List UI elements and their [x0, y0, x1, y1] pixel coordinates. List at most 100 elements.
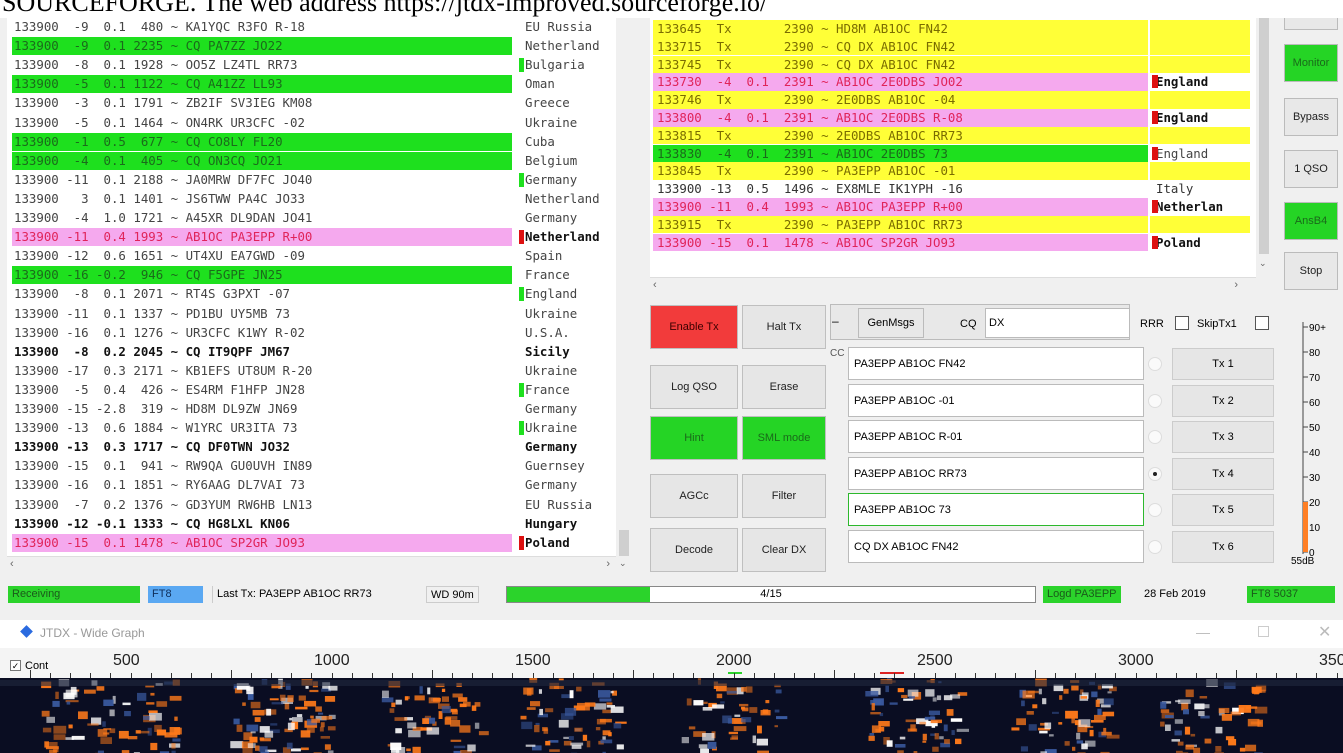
rx-frequency-row[interactable]: 133900 -15 0.1 1478 ~ AB1OC SP2GR JO93 Po… — [650, 233, 1270, 252]
hint-button[interactable]: Hint — [650, 416, 738, 460]
rx-frequency-row[interactable]: 133900 -13 0.5 1496 ~ EX8MLE IK1YPH -16 I… — [650, 180, 1270, 198]
rx-frequency-row[interactable]: 133745 Tx 2390 ~ CQ DX AB1OC FN42 — [650, 55, 1270, 74]
log-qso-button[interactable]: Log QSO — [650, 365, 738, 409]
tx2-button[interactable]: Tx 2 — [1172, 384, 1274, 417]
rx-frequency-row[interactable]: 133746 Tx 2390 ~ 2E0DBS AB1OC -04 — [650, 91, 1270, 109]
rx-frequency-list[interactable]: 133645 Tx 2390 ~ HD8M AB1OC FN42 133715 T… — [650, 18, 1270, 293]
band-activity-row[interactable]: 133900 -13 0.6 1884 ~ W1YRC UR3ITA 73 Ukr… — [7, 419, 632, 437]
rx-frequency-row[interactable]: 133830 -4 0.1 2391 ~ AB1OC 2E0DBS 73 Engl… — [650, 144, 1270, 163]
band-activity-row[interactable]: 133900 -15 0.1 941 ~ RW9QA GU0UVH IN89 Gu… — [7, 457, 632, 475]
band-activity-row[interactable]: 133900 -5 0.1 1122 ~ CQ A41ZZ LL93 Oman — [7, 75, 632, 94]
rx-frequency-row[interactable]: 133800 -4 0.1 2391 ~ AB1OC 2E0DBS R-08 En… — [650, 109, 1270, 127]
tx6-radio[interactable] — [1148, 539, 1162, 554]
rx-frequency-row[interactable]: 133915 Tx 2390 ~ PA3EPP AB1OC RR73 — [650, 215, 1270, 234]
band-activity-row[interactable]: 133900 -5 0.1 1464 ~ ON4RK UR3CFC -02 Ukr… — [7, 114, 632, 132]
waterfall[interactable] — [0, 678, 1343, 753]
band-activity-row[interactable]: 133900 -12 0.6 1651 ~ UT4XU EA7GWD -09 Sp… — [7, 247, 632, 265]
vscroll-thumb[interactable] — [1259, 18, 1269, 254]
band-activity-row[interactable]: 133900 -8 0.2 2045 ~ CQ IT9QPF JM67 Sicil… — [7, 343, 632, 361]
rx-frequency-row[interactable]: 133715 Tx 2390 ~ CQ DX AB1OC FN42 — [650, 37, 1270, 56]
band-activity-row[interactable]: 133900 -16 -0.2 946 ~ CQ F5GPE JN25 Franc… — [7, 266, 632, 285]
band-activity-hscroll[interactable]: ‹ › — [7, 556, 616, 572]
tx2-radio[interactable] — [1148, 393, 1162, 408]
chevron-left-icon[interactable]: ‹ — [653, 279, 657, 291]
bypass-button[interactable]: Bypass — [1284, 98, 1338, 136]
one-qso-button[interactable]: 1 QSO — [1284, 150, 1338, 188]
band-activity-row[interactable]: 133900 -11 0.4 1993 ~ AB1OC PA3EPP R+00 N… — [7, 228, 632, 247]
genmsgs-button[interactable]: GenMsgs — [858, 308, 924, 338]
band-activity-vscroll[interactable]: ⌄ — [616, 18, 632, 570]
band-activity-row[interactable]: 133900 -11 0.1 1337 ~ PD1BU UY5MB 73 Ukra… — [7, 305, 632, 323]
tx1-button[interactable]: Tx 1 — [1172, 348, 1274, 380]
stop-button[interactable]: Stop — [1284, 252, 1338, 290]
band-activity-row[interactable]: 133900 -5 0.4 426 ~ ES4RM F1HFP JN28 Fran… — [7, 381, 632, 399]
band-activity-row[interactable]: 133900 -16 0.1 1851 ~ RY6AAG DL7VAI 73 Ge… — [7, 476, 632, 494]
tx3-button[interactable]: Tx 3 — [1172, 421, 1274, 453]
halt-tx-button[interactable]: Halt Tx — [742, 305, 826, 349]
tx6-message[interactable]: CQ DX AB1OC FN42 — [848, 529, 1144, 563]
tx5-button[interactable]: Tx 5 — [1172, 494, 1274, 526]
tx4-button[interactable]: Tx 4 — [1172, 457, 1274, 490]
rx-frequency-row[interactable]: 133645 Tx 2390 ~ HD8M AB1OC FN42 — [650, 20, 1270, 38]
minimize-icon[interactable]: — — [1196, 624, 1210, 640]
band-activity-row[interactable]: 133900 -1 0.5 677 ~ CQ CO8LY FL20 Cuba — [7, 132, 632, 151]
rx-frequency-row[interactable]: 133730 -4 0.1 2391 ~ AB1OC 2E0DBS JO02 En… — [650, 73, 1270, 91]
erase-button[interactable]: Erase — [742, 365, 826, 409]
tx4-radio[interactable] — [1148, 466, 1162, 481]
tx5-radio[interactable] — [1148, 503, 1162, 517]
waterfall-signal — [1028, 724, 1037, 731]
rrr-checkbox[interactable] — [1175, 316, 1189, 330]
vscroll-thumb[interactable] — [619, 530, 629, 556]
band-activity-row[interactable]: 133900 -3 0.1 1791 ~ ZB2IF SV3IEG KM08 Gr… — [7, 94, 632, 112]
enable-tx-button[interactable]: Enable Tx — [650, 305, 738, 349]
tab-cc[interactable]: CC — [830, 348, 844, 359]
rx-frequency-vscroll[interactable]: ⌄ — [1256, 18, 1272, 293]
skiptx1-checkbox[interactable] — [1255, 316, 1269, 330]
band-activity-row[interactable]: 133900 3 0.1 1401 ~ JS6TWW PA4C JO33 Neth… — [7, 190, 632, 208]
rx-frequency-row[interactable]: 133815 Tx 2390 ~ 2E0DBS AB1OC RR73 — [650, 126, 1270, 145]
chevron-right-icon[interactable]: › — [606, 558, 610, 570]
band-activity-row[interactable]: 133900 -7 0.2 1376 ~ GD3YUM RW6HB LN13 EU… — [7, 496, 632, 514]
band-activity-row[interactable]: 133900 -11 0.1 2188 ~ JA0MRW DF7FC JO40 G… — [7, 171, 632, 189]
tx5-message[interactable]: PA3EPP AB1OC 73 — [848, 493, 1144, 526]
band-activity-row[interactable]: 133900 -17 0.3 2171 ~ KB1EFS UT8UM R-20 U… — [7, 362, 632, 380]
band-activity-row[interactable]: 133900 -9 0.1 480 ~ KA1YQC R3FO R-18 EU R… — [7, 18, 632, 36]
tx6-button[interactable]: Tx 6 — [1172, 530, 1274, 563]
monitor-button[interactable]: Monitor — [1284, 44, 1338, 82]
tx1-radio[interactable] — [1148, 357, 1162, 371]
band-activity-row[interactable]: 133900 -4 0.1 405 ~ CQ ON3CQ JO21 Belgium — [7, 151, 632, 170]
close-icon[interactable]: ✕ — [1318, 622, 1331, 642]
band-activity-row[interactable]: 133900 -15 0.1 1478 ~ AB1OC SP2GR JO93 Po… — [7, 533, 632, 552]
tx3-radio[interactable] — [1148, 430, 1162, 444]
band-activity-row[interactable]: 133900 -12 -0.1 1333 ~ CQ HG8LXL KN06 Hun… — [7, 515, 632, 533]
band-activity-row[interactable]: 133900 -13 0.3 1717 ~ CQ DF0TWN JO32 Germ… — [7, 438, 632, 456]
chevron-right-icon[interactable]: › — [1234, 279, 1238, 291]
rx-frequency-row[interactable]: 133900 -11 0.4 1993 ~ AB1OC PA3EPP R+00 N… — [650, 198, 1270, 216]
chevron-left-icon[interactable]: ‹ — [10, 558, 14, 570]
band-activity-row[interactable]: 133900 -8 0.1 1928 ~ OO5Z LZ4TL RR73 Bulg… — [7, 56, 632, 74]
band-activity-row[interactable]: 133900 -9 0.1 2235 ~ CQ PA7ZZ JO22 Nether… — [7, 37, 632, 56]
tab-minus[interactable]: – — [832, 314, 839, 328]
maximize-icon[interactable] — [1258, 626, 1269, 637]
filter-button[interactable]: Filter — [742, 474, 826, 518]
band-activity-row[interactable]: 133900 -16 0.1 1276 ~ UR3CFC K1WY R-02 U.… — [7, 324, 632, 342]
tx1-message[interactable]: PA3EPP AB1OC FN42 — [848, 347, 1144, 380]
rx-frequency-row[interactable]: 133845 Tx 2390 ~ PA3EPP AB1OC -01 — [650, 162, 1270, 180]
band-activity-list[interactable]: 133900 -9 0.1 480 ~ KA1YQC R3FO R-18 EU R… — [7, 18, 632, 570]
cont-checkbox[interactable]: ✓ — [10, 660, 21, 671]
chevron-down-icon[interactable]: ⌄ — [1259, 258, 1267, 269]
band-activity-row[interactable]: 133900 -4 1.0 1721 ~ A45XR DL9DAN JO41 Ge… — [7, 209, 632, 227]
ansb4-button[interactable]: AnsB4 — [1284, 202, 1338, 240]
tx3-message[interactable]: PA3EPP AB1OC R-01 — [848, 420, 1144, 453]
cq-input[interactable]: DX — [985, 308, 1130, 338]
decode-button[interactable]: Decode — [650, 528, 738, 572]
clear-dx-button[interactable]: Clear DX — [742, 528, 826, 572]
tx4-message[interactable]: PA3EPP AB1OC RR73 — [848, 456, 1144, 490]
agcc-button[interactable]: AGCc — [650, 474, 738, 518]
band-activity-row[interactable]: 133900 -8 0.1 2071 ~ RT4S G3PXT -07 Engla… — [7, 285, 632, 303]
tx2-message[interactable]: PA3EPP AB1OC -01 — [848, 383, 1144, 417]
rx-frequency-hscroll[interactable]: ‹ › — [650, 277, 1256, 293]
band-activity-row[interactable]: 133900 -15 -2.8 319 ~ HD8M DL9ZW JN69 Ger… — [7, 400, 632, 418]
chevron-down-icon[interactable]: ⌄ — [619, 558, 627, 569]
sml-mode-button[interactable]: SML mode — [742, 416, 826, 460]
